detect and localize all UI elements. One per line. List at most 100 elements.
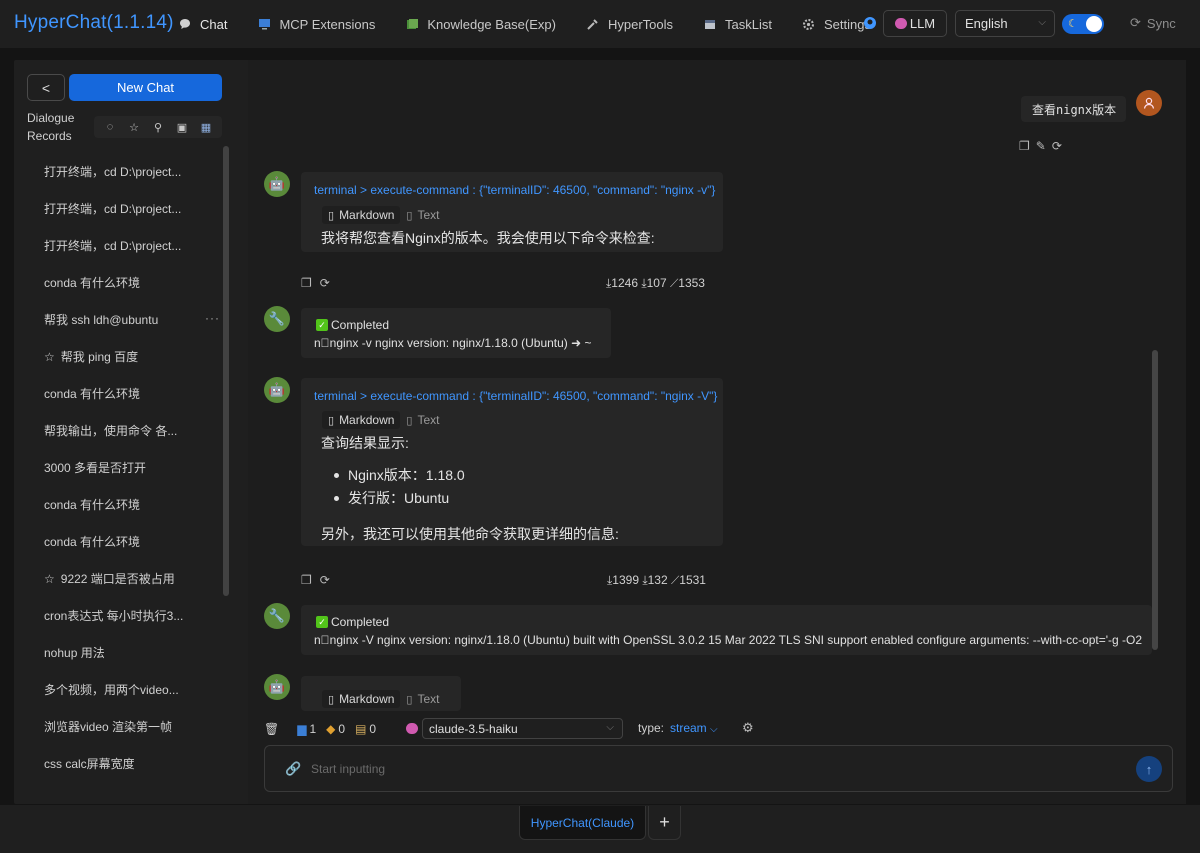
chevron-down-icon: ⌵: [1038, 17, 1046, 28]
link-icon[interactable]: 🔗: [285, 761, 301, 777]
type-select[interactable]: stream ⌵: [670, 721, 718, 735]
history-item[interactable]: conda 有什么环境: [14, 264, 228, 301]
bot-avatar: 🤖: [264, 674, 290, 700]
result-heading: 查询结果显示:: [321, 435, 409, 451]
history-item[interactable]: cron表达式 每小时执行3...: [14, 597, 228, 634]
file-icon: ▯: [328, 693, 335, 706]
history-item[interactable]: 帮我输出，使用命令 各...: [14, 412, 228, 449]
toggle-knob: [1086, 16, 1102, 32]
nav-tasklist[interactable]: TaskList: [703, 0, 772, 48]
chat-scrollbar[interactable]: [1152, 350, 1158, 650]
tool-result: [301, 308, 611, 358]
bot-avatar: 🤖: [264, 377, 290, 403]
window-tab-active[interactable]: HyperChat(Claude): [519, 806, 646, 840]
wrench-icon: 🔧: [268, 311, 286, 326]
history-item[interactable]: conda 有什么环境: [14, 523, 228, 560]
history-item-label: conda 有什么环境: [44, 535, 141, 549]
nav-knowledge-base[interactable]: Knowledge Base(Exp): [405, 0, 556, 48]
message-actions: ❐ ⟳: [301, 276, 330, 290]
refresh-icon[interactable]: ⟳: [320, 276, 330, 290]
history-item-label: cron表达式 每小时执行3...: [44, 609, 184, 623]
more-options-icon[interactable]: ···: [205, 311, 220, 325]
moon-icon: ☾: [1068, 18, 1078, 30]
github-icon[interactable]: [863, 16, 877, 30]
history-item[interactable]: nohup 用法: [14, 634, 228, 671]
document-icon: ▯: [406, 414, 413, 427]
tab-text[interactable]: ▯ Text: [400, 206, 445, 224]
clear-button[interactable]: 🗑: [264, 722, 279, 736]
knowledge-count[interactable]: ▤ 0: [355, 722, 376, 736]
records-toolbar: ◌ ☆ ⚲ ▣ ▦: [94, 116, 222, 138]
llm-button[interactable]: LLM: [883, 10, 947, 37]
nav-mcp-label: MCP Extensions: [279, 16, 376, 32]
nav-hypertools[interactable]: HyperTools: [586, 0, 673, 48]
mcp-count[interactable]: ▆ 1: [297, 722, 316, 736]
history-item-label: conda 有什么环境: [44, 387, 141, 401]
nav-chat[interactable]: Chat: [178, 0, 227, 48]
nav-chat-label: Chat: [200, 16, 228, 32]
add-tab-button[interactable]: +: [648, 806, 681, 840]
copy-icon[interactable]: ❐: [301, 573, 312, 587]
tool-status[interactable]: ✓ Completed: [316, 615, 389, 629]
chat-filter-icon[interactable]: ◌: [102, 121, 118, 133]
copy-icon[interactable]: ❐: [1019, 139, 1030, 153]
search-icon[interactable]: ⚲: [150, 121, 166, 134]
tool-call-line[interactable]: terminal > execute-command : {"terminalI…: [314, 389, 717, 403]
history-item[interactable]: 打开终端，cd D:\project...: [14, 190, 228, 227]
composer-settings-icon[interactable]: ⚙: [742, 720, 754, 736]
message-input[interactable]: [311, 760, 1091, 778]
history-item[interactable]: 打开终端，cd D:\project...: [14, 153, 228, 190]
tools-count[interactable]: ◆ 0: [326, 722, 345, 736]
history-item-label: 3000 多看是否打开: [44, 461, 147, 475]
box-icon: ◆: [326, 722, 336, 736]
nav-hypertools-label: HyperTools: [607, 16, 673, 32]
tool-status[interactable]: ✓ Completed: [316, 318, 389, 332]
model-select[interactable]: claude-3.5-haiku ⌵: [422, 718, 623, 739]
tool-call-line[interactable]: terminal > execute-command : {"terminalI…: [314, 183, 715, 197]
tab-markdown[interactable]: ▯ Markdown: [322, 411, 401, 429]
history-item[interactable]: 浏览器video 渲染第一帧: [14, 708, 228, 745]
refresh-icon[interactable]: ⟳: [320, 573, 330, 587]
user-avatar: [1136, 90, 1162, 116]
tool-output: n nginx -v nginx version: nginx/1.18.0 (…: [314, 336, 592, 350]
list-item: Nginx版本：1.18.0: [334, 464, 465, 487]
history-item[interactable]: ☆ 9222 端口是否被占用: [14, 560, 228, 597]
wrench-icon: 🔧: [268, 608, 286, 623]
history-item[interactable]: 多个视频，用两个video...: [14, 671, 228, 708]
sidebar-scrollbar[interactable]: [223, 146, 229, 596]
user-message-actions: ❐ ✎ ⟳: [1019, 139, 1062, 153]
history-item[interactable]: conda 有什么环境: [14, 375, 228, 412]
history-item[interactable]: 3000 多看是否打开: [14, 449, 228, 486]
edit-icon[interactable]: ✎: [1036, 139, 1046, 153]
type-label: type:: [638, 721, 665, 735]
history-item[interactable]: 帮我 ssh ldh@ubuntu ···: [14, 301, 228, 338]
nav-mcp-extensions[interactable]: MCP Extensions: [257, 0, 375, 48]
robot-filter-icon[interactable]: ▣: [174, 121, 190, 134]
chevron-left-icon: <: [41, 79, 51, 96]
history-item[interactable]: css calc屏幕宽度: [14, 745, 228, 782]
history-item[interactable]: ☆ 帮我 ping 百度: [14, 338, 228, 375]
history-item[interactable]: 打开终端，cd D:\project...: [14, 227, 228, 264]
tab-markdown[interactable]: ▯ Markdown: [322, 690, 401, 708]
tab-text[interactable]: ▯ Text: [400, 690, 445, 708]
tab-text[interactable]: ▯ Text: [400, 411, 445, 429]
history-item[interactable]: conda 有什么环境: [14, 486, 228, 523]
history-item-label: 帮我 ping 百度: [60, 350, 139, 364]
check-icon: ✓: [316, 616, 328, 628]
tab-markdown[interactable]: ▯ Markdown: [322, 206, 401, 224]
tool-result: [301, 605, 1152, 655]
send-button[interactable]: ↑: [1136, 756, 1162, 782]
calendar-filter-icon[interactable]: ▦: [198, 121, 214, 134]
refresh-icon[interactable]: ⟳: [1052, 139, 1062, 153]
nav-settings[interactable]: Settings: [802, 0, 871, 48]
new-chat-button[interactable]: New Chat: [69, 74, 222, 101]
language-select[interactable]: English ⌵: [955, 10, 1055, 37]
tool-status-label: Completed: [331, 615, 390, 629]
history-item-label: 帮我输出，使用命令 各...: [44, 424, 178, 438]
sync-button[interactable]: ⟳ Sync: [1130, 15, 1176, 31]
star-filter-icon[interactable]: ☆: [126, 121, 142, 134]
back-button[interactable]: <: [27, 74, 65, 101]
theme-toggle[interactable]: ☾: [1062, 14, 1104, 34]
copy-icon[interactable]: ❐: [301, 276, 312, 290]
history-item-label: 9222 端口是否被占用: [60, 572, 175, 586]
